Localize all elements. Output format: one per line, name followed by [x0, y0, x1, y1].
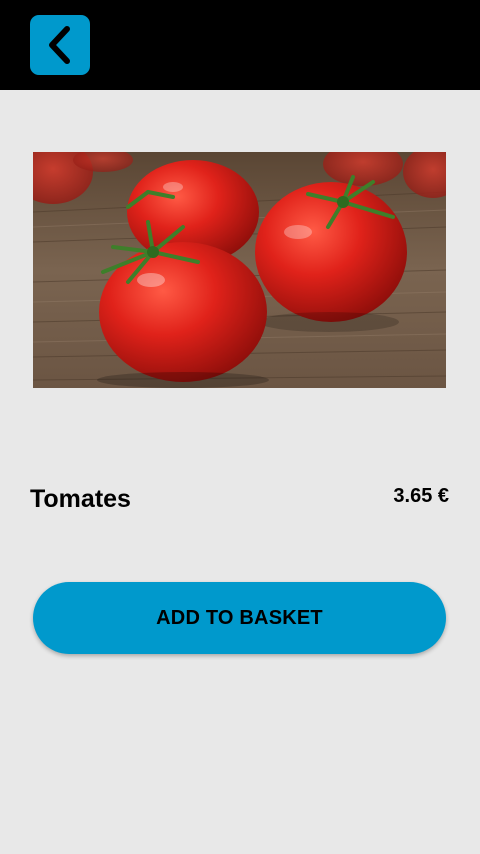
product-name: Tomates: [30, 485, 131, 513]
product-image: [33, 152, 446, 388]
back-button[interactable]: [30, 15, 90, 75]
top-bar: [0, 0, 480, 90]
product-price: 3.65 €: [393, 485, 449, 507]
add-to-basket-button[interactable]: ADD TO BASKET: [33, 582, 446, 654]
chevron-left-icon: [45, 25, 75, 65]
